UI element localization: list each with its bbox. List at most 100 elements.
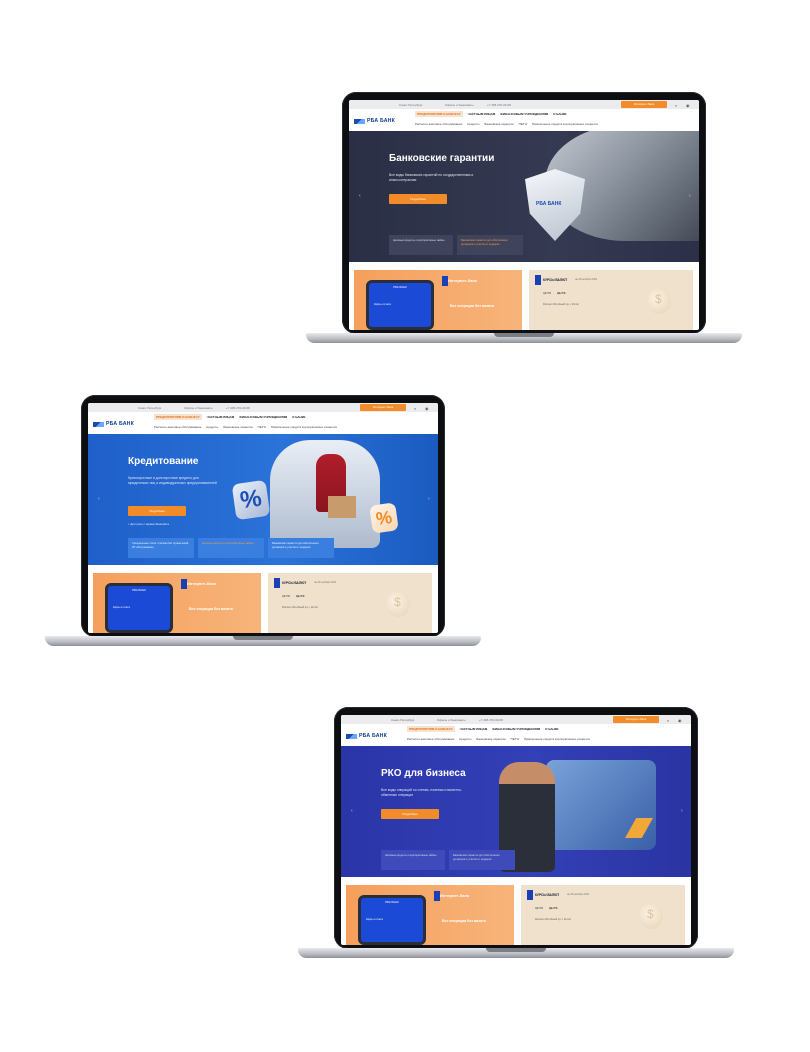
top-bar: Санкт-Петербург Офисы и банкоматы +7 495… bbox=[349, 100, 699, 109]
menu-item-private[interactable]: ЧАСТНЫМ ЛИЦАМ bbox=[460, 727, 488, 731]
menu-item-business[interactable]: ПРЕДПРИЯТИЯМ И БИЗНЕСУ bbox=[407, 726, 455, 732]
hero-subtitle: Все виды банковских гарантий по государс… bbox=[389, 173, 474, 182]
menu-item-financial[interactable]: ФИНАНСОВЫМ УЧРЕЖДЕНИЯМ bbox=[239, 415, 287, 419]
top-bar: Санкт-Петербург Офисы и банкоматы +7 495… bbox=[88, 403, 438, 412]
slider-next-arrow[interactable]: › bbox=[681, 808, 683, 814]
phone-mockup: РБА БАНК Карты и счета bbox=[366, 280, 434, 330]
submenu-credits[interactable]: Кредиты bbox=[459, 737, 471, 741]
slider-prev-arrow[interactable]: ‹ bbox=[359, 193, 361, 199]
internet-bank-button[interactable]: Интернет-банк bbox=[360, 404, 406, 411]
search-icon[interactable]: ⌕ bbox=[675, 103, 677, 108]
submenu-guarantees[interactable]: Банковские гарантии bbox=[476, 737, 505, 741]
menu-item-about[interactable]: О БАНКЕ bbox=[545, 727, 558, 731]
sub-menu: Расчетно-кассовое обслуживание Кредиты Бан… bbox=[407, 737, 595, 741]
bank-logo[interactable]: РБА БАНК bbox=[354, 118, 395, 124]
search-icon[interactable]: ⌕ bbox=[414, 406, 416, 411]
internet-bank-button[interactable]: Интернет-банк bbox=[621, 101, 667, 108]
offices-link[interactable]: Офисы и банкоматы bbox=[437, 718, 466, 722]
internet-bank-tagline: Все операции без визита bbox=[450, 304, 494, 308]
submenu-rko[interactable]: Расчетно-кассовое обслуживание bbox=[154, 425, 201, 429]
phone-number[interactable]: +7 495 270-03-68 bbox=[487, 103, 511, 107]
percent-icon-orange: % bbox=[369, 502, 399, 534]
submenu-guarantees[interactable]: Банковские гарантии bbox=[484, 122, 513, 126]
slider-prev-arrow[interactable]: ‹ bbox=[351, 808, 353, 814]
internet-bank-tagline: Все операции без визита bbox=[442, 919, 486, 923]
submenu-deposits[interactable]: Привлечение средств корпоративных клиент… bbox=[524, 737, 590, 741]
menu-item-business[interactable]: ПРЕДПРИЯТИЯМ И БИЗНЕСУ bbox=[415, 111, 463, 117]
submenu-deposits[interactable]: Привлечение средств корпоративных клиент… bbox=[271, 425, 337, 429]
exchange-rates-block: КУРСЫ ВАЛЮТ на 29 ноября 2021 ЦБ РФ ЦБ РФ… bbox=[268, 573, 432, 633]
rates-row: ЦБ РФ ЦБ РФ bbox=[535, 907, 557, 910]
phone-header: РБА БАНК bbox=[132, 588, 146, 592]
rates-date: на 29 ноября 2021 bbox=[567, 893, 590, 896]
city-selector[interactable]: Санкт-Петербург bbox=[399, 103, 423, 107]
phone-text: Карты и счета bbox=[366, 918, 383, 921]
hero-card-2[interactable]: Целевые кредиты и корпоративные займы bbox=[198, 538, 264, 558]
hero-title: Кредитование bbox=[125, 454, 199, 467]
hero-slider: РБА БАНК ‹ › Банковские гарантии Все вид… bbox=[349, 131, 699, 262]
offices-link[interactable]: Офисы и банкоматы bbox=[184, 406, 213, 410]
hero-more-button[interactable]: Подробнее bbox=[381, 809, 439, 819]
main-nav: РБА БАНК ПРЕДПРИЯТИЯМ И БИЗНЕСУ ЧАСТНЫМ Л… bbox=[88, 412, 438, 434]
bank-logo[interactable]: РБА БАНК bbox=[93, 421, 134, 427]
phone-number[interactable]: +7 495 270-03-68 bbox=[226, 406, 250, 410]
internet-bank-promo[interactable]: РБА БАНК Карты и счета Интернет-банк Все… bbox=[354, 270, 522, 330]
submenu-pete[interactable]: ПЕТЭ bbox=[519, 122, 527, 126]
internet-bank-promo[interactable]: РБА БАНК Карты и счета Интернет-банк Все… bbox=[93, 573, 261, 633]
rates-title: КУРСЫ ВАЛЮТ bbox=[526, 890, 560, 900]
shield-logo: РБА БАНК bbox=[536, 201, 562, 207]
offices-link[interactable]: Офисы и банкоматы bbox=[445, 103, 474, 107]
menu-item-about[interactable]: О БАНКЕ bbox=[292, 415, 305, 419]
submenu-rko[interactable]: Расчетно-кассовое обслуживание bbox=[407, 737, 454, 741]
search-icon[interactable]: ⌕ bbox=[667, 718, 669, 723]
accessibility-eye-icon[interactable]: ◉ bbox=[425, 406, 429, 411]
menu-item-about[interactable]: О БАНКЕ bbox=[553, 112, 566, 116]
top-bar: Санкт-Петербург Офисы и банкоматы +7 495… bbox=[341, 715, 691, 724]
city-selector[interactable]: Санкт-Петербург bbox=[391, 718, 415, 722]
hero-card-3[interactable]: Банковские гарантии для обеспечения дого… bbox=[268, 538, 334, 558]
menu-item-financial[interactable]: ФИНАНСОВЫМ УЧРЕЖДЕНИЯМ bbox=[500, 112, 548, 116]
phone-number[interactable]: +7 495 270-03-68 bbox=[479, 718, 503, 722]
hero-more-button[interactable]: Подробнее bbox=[128, 506, 186, 516]
phone-mockup: РБА БАНК Карты и счета bbox=[358, 895, 426, 945]
menu-item-financial[interactable]: ФИНАНСОВЫМ УЧРЕЖДЕНИЯМ bbox=[492, 727, 540, 731]
hero-subtitle: Все виды операций по счетам, платежи и в… bbox=[381, 788, 462, 797]
submenu-credits[interactable]: Кредиты bbox=[206, 425, 218, 429]
hero-card-1[interactable]: Целевые кредиты и корпоративные займы bbox=[389, 235, 453, 255]
submenu-rko[interactable]: Расчетно-кассовое обслуживание bbox=[415, 122, 462, 126]
internet-bank-button[interactable]: Интернет-банк bbox=[613, 716, 659, 723]
laptop-notch bbox=[486, 948, 546, 952]
hero-card-2[interactable]: Банковские гарантии для обеспечения дого… bbox=[449, 850, 515, 870]
submenu-deposits[interactable]: Привлечение средств корпоративных клиент… bbox=[532, 122, 598, 126]
accessibility-eye-icon[interactable]: ◉ bbox=[686, 103, 690, 108]
logo-mark-icon bbox=[354, 118, 365, 124]
phone-header: РБА БАНК bbox=[385, 900, 399, 904]
logo-mark-icon bbox=[93, 421, 104, 427]
bank-logo[interactable]: РБА БАНК bbox=[346, 733, 387, 739]
hero-card-1[interactable]: Целевые кредиты и корпоративные займы bbox=[381, 850, 445, 870]
submenu-guarantees[interactable]: Банковские гарантии bbox=[223, 425, 252, 429]
rates-date: на 29 ноября 2021 bbox=[314, 581, 337, 584]
menu-item-private[interactable]: ЧАСТНЫМ ЛИЦАМ bbox=[207, 415, 235, 419]
laptop-lid: Санкт-Петербург Офисы и банкоматы +7 495… bbox=[334, 707, 698, 949]
logo-text: РБА БАНК bbox=[359, 733, 387, 739]
slider-next-arrow[interactable]: › bbox=[689, 193, 691, 199]
slider-next-arrow[interactable]: › bbox=[428, 496, 430, 502]
slider-prev-arrow[interactable]: ‹ bbox=[98, 496, 100, 502]
city-selector[interactable]: Санкт-Петербург bbox=[138, 406, 162, 410]
internet-bank-title: Интернет-банк bbox=[434, 891, 469, 901]
accessibility-eye-icon[interactable]: ◉ bbox=[678, 718, 682, 723]
internet-bank-promo[interactable]: РБА БАНК Карты и счета Интернет-банк Все… bbox=[346, 885, 514, 945]
hero-title: РКО для бизнеса bbox=[379, 766, 466, 779]
hero-card-1[interactable]: Специальные счета: платежи без ограничен… bbox=[128, 538, 194, 558]
menu-item-business[interactable]: ПРЕДПРИЯТИЯМ И БИЗНЕСУ bbox=[154, 414, 202, 420]
menu-item-private[interactable]: ЧАСТНЫМ ЛИЦАМ bbox=[468, 112, 496, 116]
laptop-mockup-1: Санкт-Петербург Офисы и банкоматы +7 495… bbox=[306, 92, 742, 348]
submenu-credits[interactable]: Кредиты bbox=[467, 122, 479, 126]
submenu-pete[interactable]: ПЕТЭ bbox=[258, 425, 266, 429]
rates-address-label: Филиал bbox=[282, 606, 292, 609]
hero-card-2[interactable]: Банковские гарантии для обеспечения дого… bbox=[457, 235, 523, 255]
submenu-pete[interactable]: ПЕТЭ bbox=[511, 737, 519, 741]
website-screen: Санкт-Петербург Офисы и банкоматы +7 495… bbox=[349, 100, 699, 330]
hero-more-button[interactable]: Подробнее bbox=[389, 194, 447, 204]
